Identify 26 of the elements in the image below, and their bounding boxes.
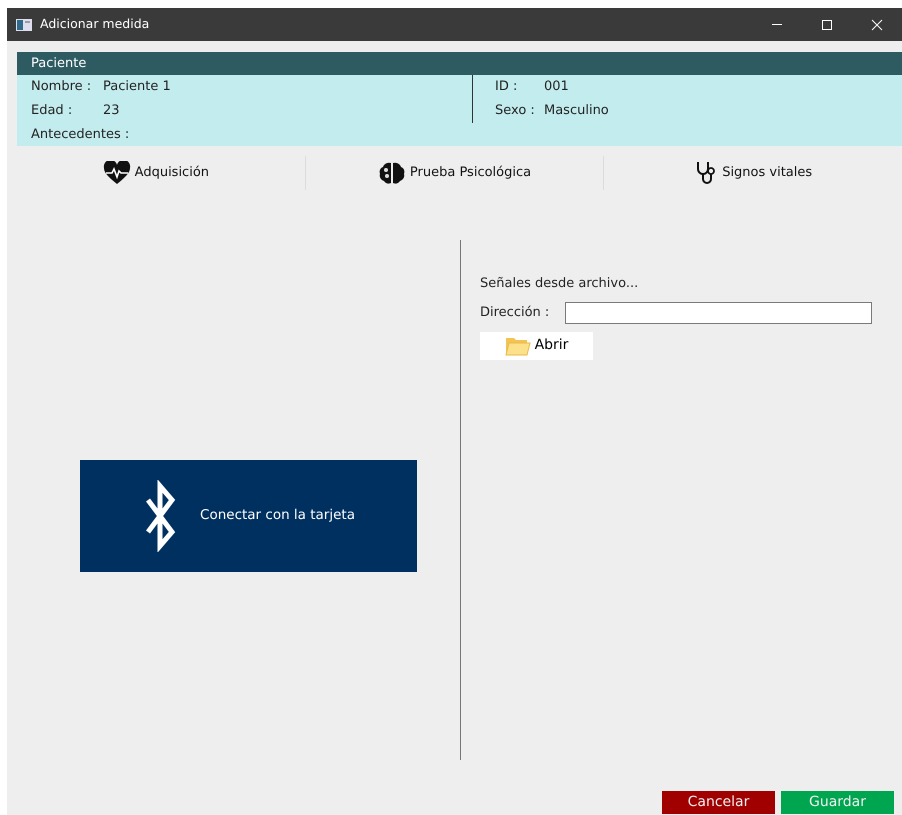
field-label: Sexo :: [495, 102, 536, 120]
heart-icon: [102, 161, 131, 185]
tab[interactable]: Signos vitales: [604, 156, 902, 190]
open-button[interactable]: Abrir: [480, 332, 593, 360]
field-value: 23: [103, 102, 120, 120]
close-icon: [871, 18, 883, 30]
window-title: Adicionar medida: [40, 15, 150, 34]
cancel-button[interactable]: Cancelar: [662, 791, 775, 814]
panel-header: Paciente: [17, 52, 902, 75]
minimize-icon: [772, 24, 782, 25]
field-value: 001: [544, 78, 569, 96]
field-label: Nombre :: [31, 78, 92, 96]
connect-button[interactable]: Conectar con la tarjeta: [80, 460, 417, 572]
field-label: Antecedentes :: [31, 126, 130, 144]
field-label: Dirección :: [480, 304, 550, 322]
field-value: Masculino: [544, 102, 609, 120]
field-value: Paciente 1: [103, 78, 171, 96]
section-title: Señales desde archivo...: [480, 275, 640, 293]
tab[interactable]: Prueba Psicológica: [306, 156, 604, 190]
address-field[interactable]: [565, 302, 872, 324]
maximize-icon: [821, 18, 833, 30]
tab[interactable]: Adquisición: [7, 156, 306, 190]
brain-icon: [378, 161, 406, 185]
app-icon: [16, 18, 32, 30]
field-label: Edad :: [31, 102, 74, 120]
field-label: ID :: [495, 78, 518, 96]
